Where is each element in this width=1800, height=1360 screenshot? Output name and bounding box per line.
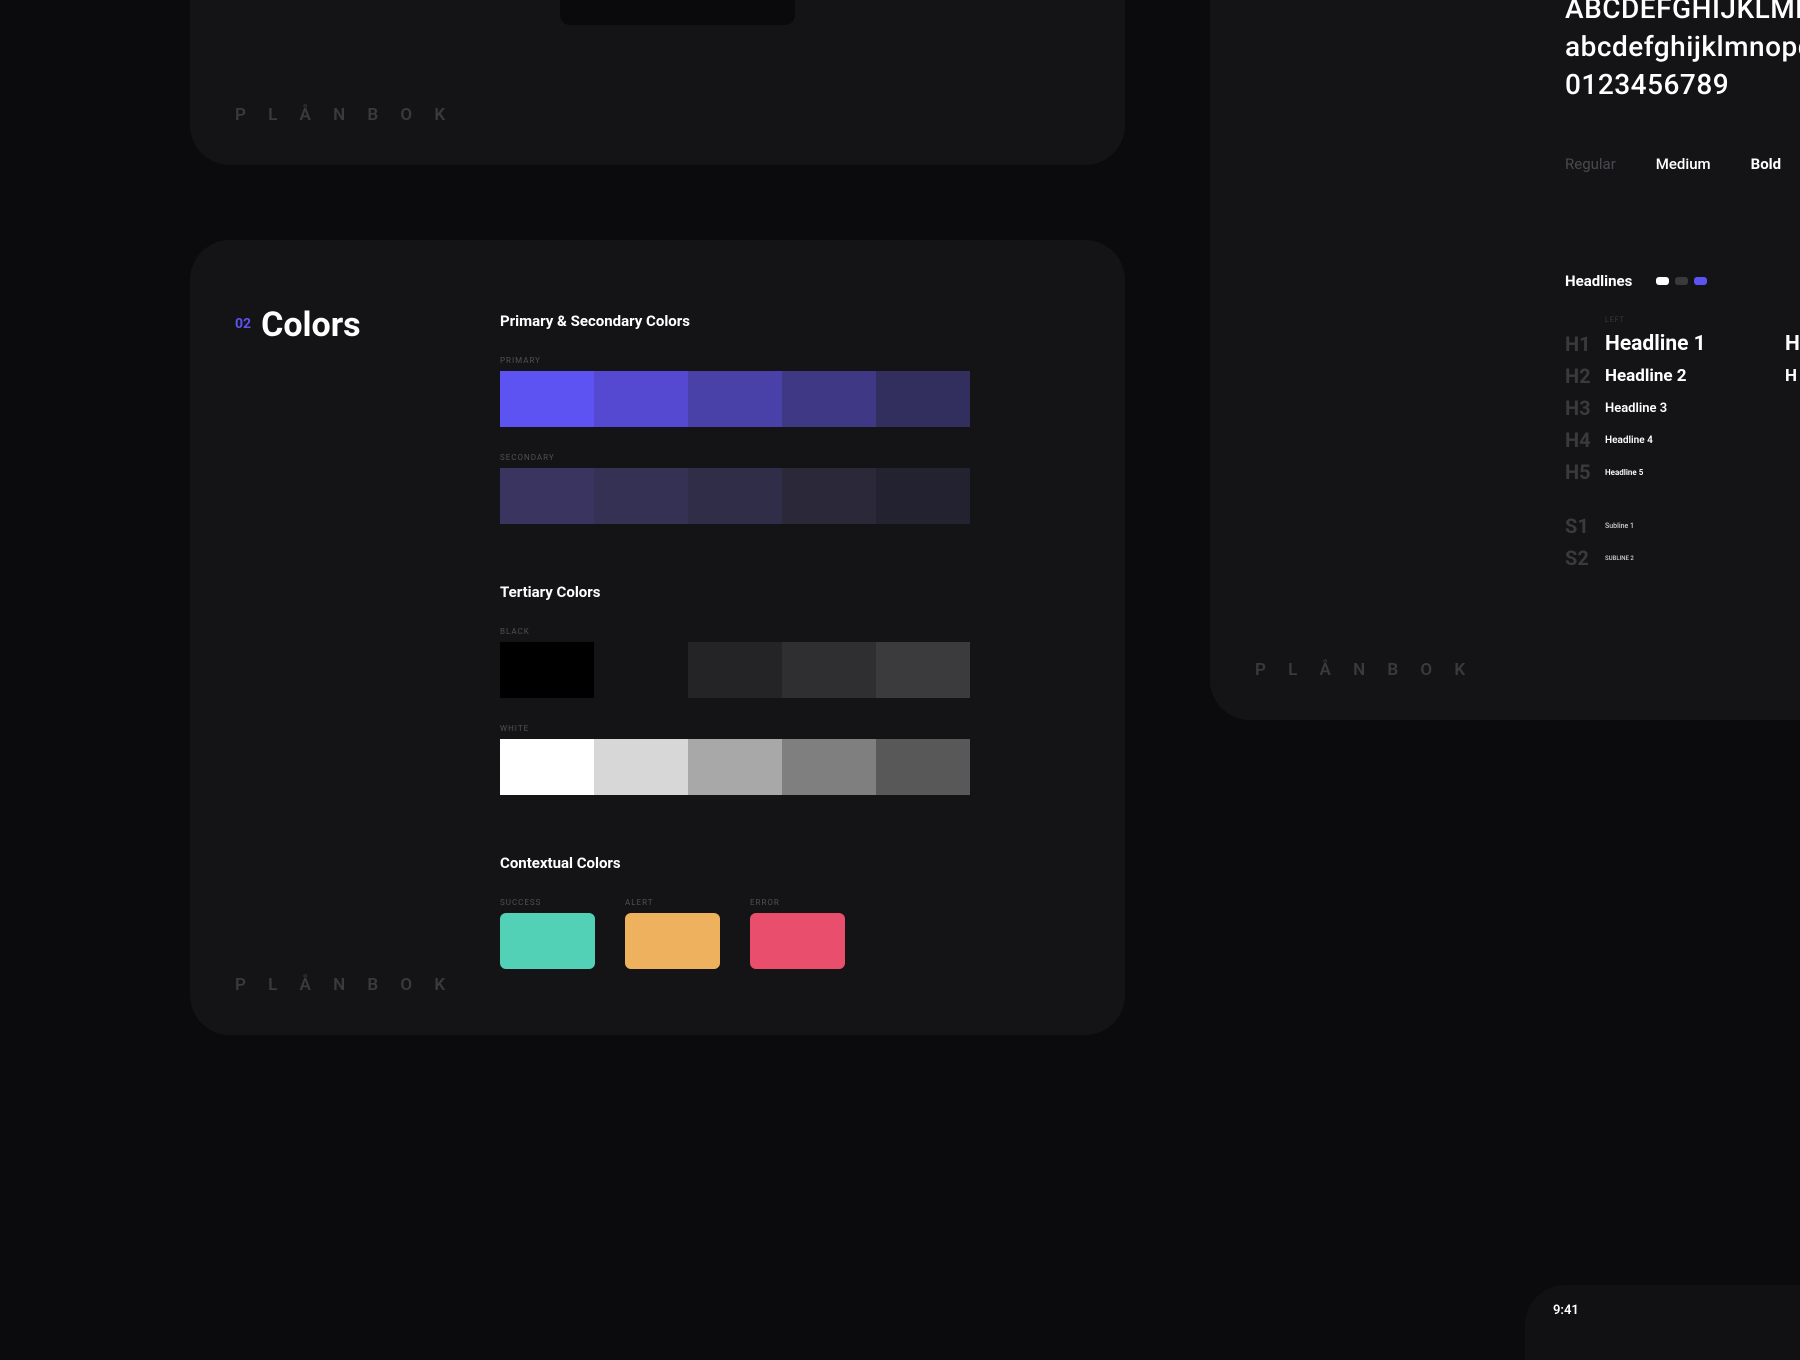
headlines-block: Headlines LEFT H1 Headline 1 He H2 Headl… [1565,272,1800,570]
dot [1656,277,1669,285]
headlines-header: Headlines [1565,272,1800,290]
dot [1694,277,1707,285]
swatch [625,913,720,969]
subline-index: S1 [1565,514,1605,538]
swatch-label: SUCCESS [500,898,595,907]
phone-status-bar: 9:41 [1553,1303,1800,1318]
swatch [500,913,595,969]
card-colors: 02 Colors Primary & Secondary Colors PRI… [190,240,1125,1035]
swatch-row-white [500,739,970,795]
subsection-title: Tertiary Colors [500,583,970,601]
weight-regular: Regular [1565,155,1616,173]
alphabet-upper: ABCDEFGHIJKLMNOPQRSTUVWXYZ [1565,0,1800,28]
swatch-row-label: SECONDARY [500,453,970,462]
logo-preview-box [560,0,795,25]
swatch [500,371,594,427]
subline-sample: Subline 1 [1605,522,1785,530]
headline-index: H3 [1565,396,1605,420]
swatch [500,468,594,524]
headline-sample: Headline 3 [1605,401,1785,416]
swatch [594,642,688,698]
swatch [594,371,688,427]
contextual-row: SUCCESS ALERT ERROR [500,898,845,969]
swatch [500,642,594,698]
swatch-row-label: BLACK [500,627,970,636]
swatch-row-primary [500,371,970,427]
headline-index: H2 [1565,364,1605,388]
sublines-grid: S1 Subline 1 S2 SUBLINE 2 [1565,514,1800,570]
alphabet-lower: abcdefghijklmnopqrstuvwxyz [1565,28,1800,66]
dot [1675,277,1688,285]
weight-bold: Bold [1751,155,1781,173]
headline-sample: Headline 4 [1605,435,1785,446]
section-title: Colors [261,305,361,345]
headline-index: H5 [1565,460,1605,484]
font-weights: Regular Medium Bold [1565,155,1781,173]
swatch [782,468,876,524]
swatch-row-secondary [500,468,970,524]
contextual-item: ALERT [625,898,720,969]
subsection-contextual: Contextual Colors SUCCESS ALERT ERROR [500,854,845,969]
swatch [876,371,970,427]
phone-mock-partial: 9:41 [1525,1285,1800,1360]
swatch [594,739,688,795]
subsection-tertiary: Tertiary Colors BLACK WHITE [500,583,970,821]
headline-sample: H [1785,366,1800,386]
swatch-row-label: WHITE [500,724,970,733]
headlines-title: Headlines [1565,272,1632,290]
headlines-grid: LEFT H1 Headline 1 He H2 Headline 2 H H3… [1565,316,1800,484]
section-header: 02 Colors [235,305,361,345]
headline-index: H1 [1565,332,1605,356]
swatch [782,642,876,698]
swatch [876,642,970,698]
swatch [688,642,782,698]
status-time: 9:41 [1553,1303,1579,1318]
swatch-row-black [500,642,970,698]
subsection-title: Primary & Secondary Colors [500,312,970,330]
swatch [688,468,782,524]
swatch [782,739,876,795]
swatch-row-label: PRIMARY [500,356,970,365]
headline-sample: Headline 5 [1605,468,1785,477]
brand-wordmark: P L Å N B O K [1255,660,1474,680]
card-logo-partial: P L Å N B O K [190,0,1125,165]
swatch-label: ERROR [750,898,845,907]
subsection-title: Contextual Colors [500,854,845,872]
swatch [750,913,845,969]
color-dots [1656,277,1707,285]
align-label-left: LEFT [1605,316,1785,324]
headline-sample: Headline 2 [1605,366,1785,386]
contextual-item: ERROR [750,898,845,969]
swatch [782,371,876,427]
headline-sample: Headline 1 [1605,332,1785,356]
swatch [688,371,782,427]
alphabet-sample: ABCDEFGHIJKLMNOPQRSTUVWXYZ abcdefghijklm… [1565,0,1800,103]
swatch [876,468,970,524]
brand-wordmark: P L Å N B O K [235,105,454,125]
headline-index: H4 [1565,428,1605,452]
contextual-item: SUCCESS [500,898,595,969]
swatch [594,468,688,524]
subsection-primary-secondary: Primary & Secondary Colors PRIMARY SECON… [500,312,970,550]
brand-wordmark: P L Å N B O K [235,975,454,995]
subline-sample: SUBLINE 2 [1605,555,1785,562]
card-typography: ABCDEFGHIJKLMNOPQRSTUVWXYZ abcdefghijklm… [1210,0,1800,720]
swatch [500,739,594,795]
headline-sample: He [1785,332,1800,356]
section-number: 02 [235,316,251,332]
digits: 0123456789 [1565,66,1800,104]
weight-medium: Medium [1656,155,1711,173]
swatch [876,739,970,795]
swatch-label: ALERT [625,898,720,907]
swatch [688,739,782,795]
subline-index: S2 [1565,546,1605,570]
